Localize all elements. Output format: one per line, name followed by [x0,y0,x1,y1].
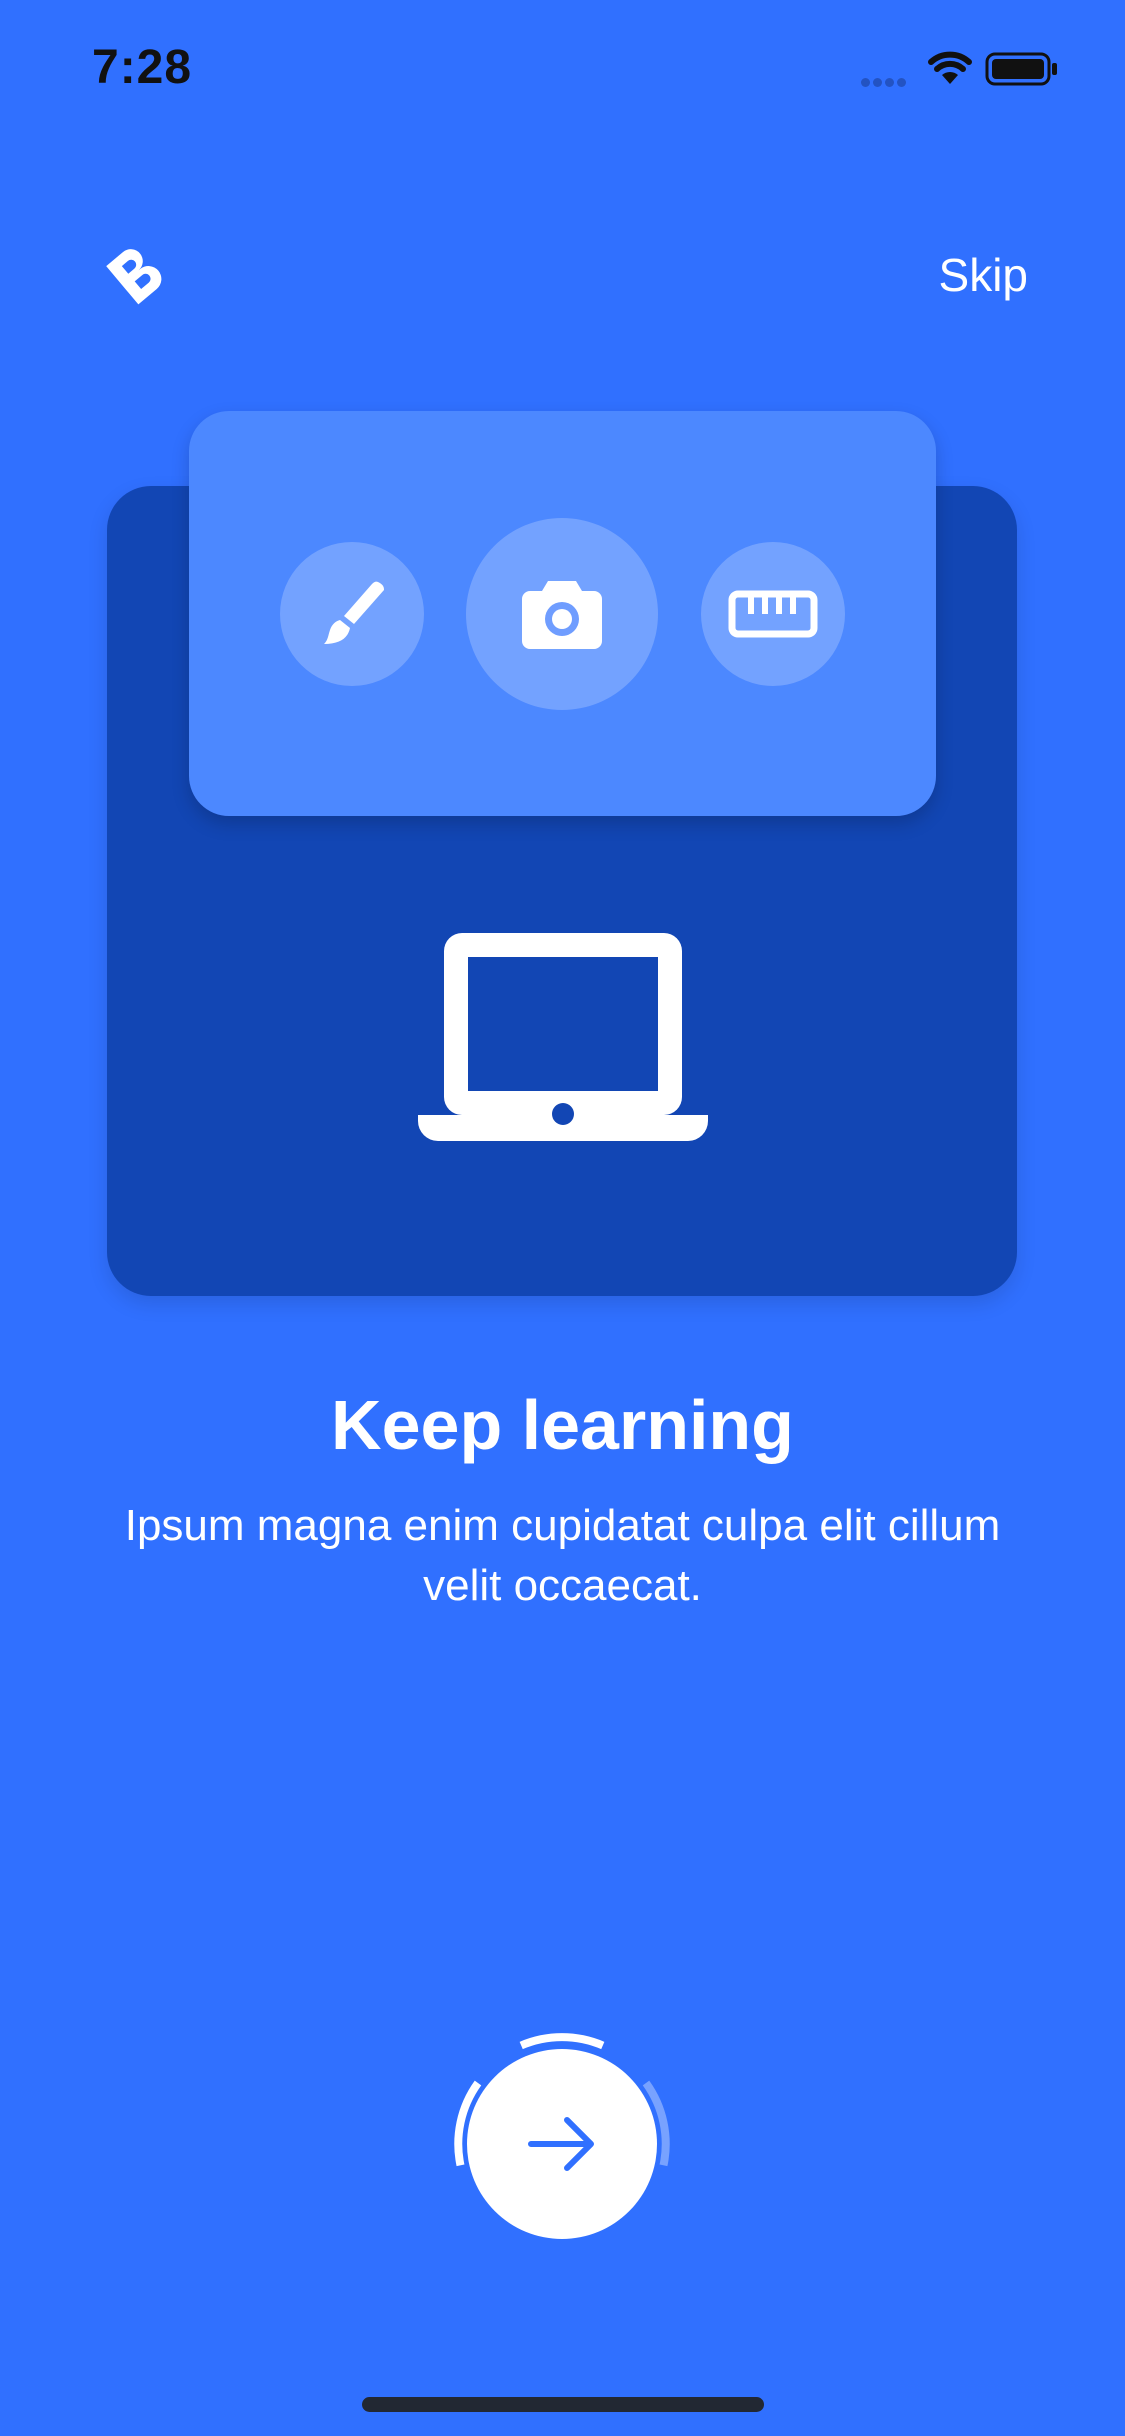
battery-icon [985,52,1057,86]
next-control [437,2018,687,2268]
status-icons [861,48,1081,92]
camera-tool-circle [466,518,658,710]
ruler-tool-circle [701,542,845,686]
skip-button[interactable]: Skip [939,248,1028,302]
next-button[interactable] [467,2049,657,2239]
brush-tool-circle [280,542,424,686]
laptop-icon [418,933,708,1141]
home-indicator[interactable] [362,2397,764,2412]
page-description: Ipsum magna enim cupidatat culpa elit ci… [124,1501,1001,1610]
brush-icon [324,581,384,644]
b-logo-icon [106,249,162,305]
camera-icon [522,581,602,649]
ruler-icon [728,590,818,638]
illustration-front-card [189,411,936,816]
wifi-icon [928,51,972,84]
page-title: Keep learning [331,1386,794,1464]
status-bar: 7:28 [0,0,1125,140]
signal-icon [861,74,909,92]
arrow-right-icon [528,2117,594,2171]
status-time: 7:28 [92,41,193,94]
